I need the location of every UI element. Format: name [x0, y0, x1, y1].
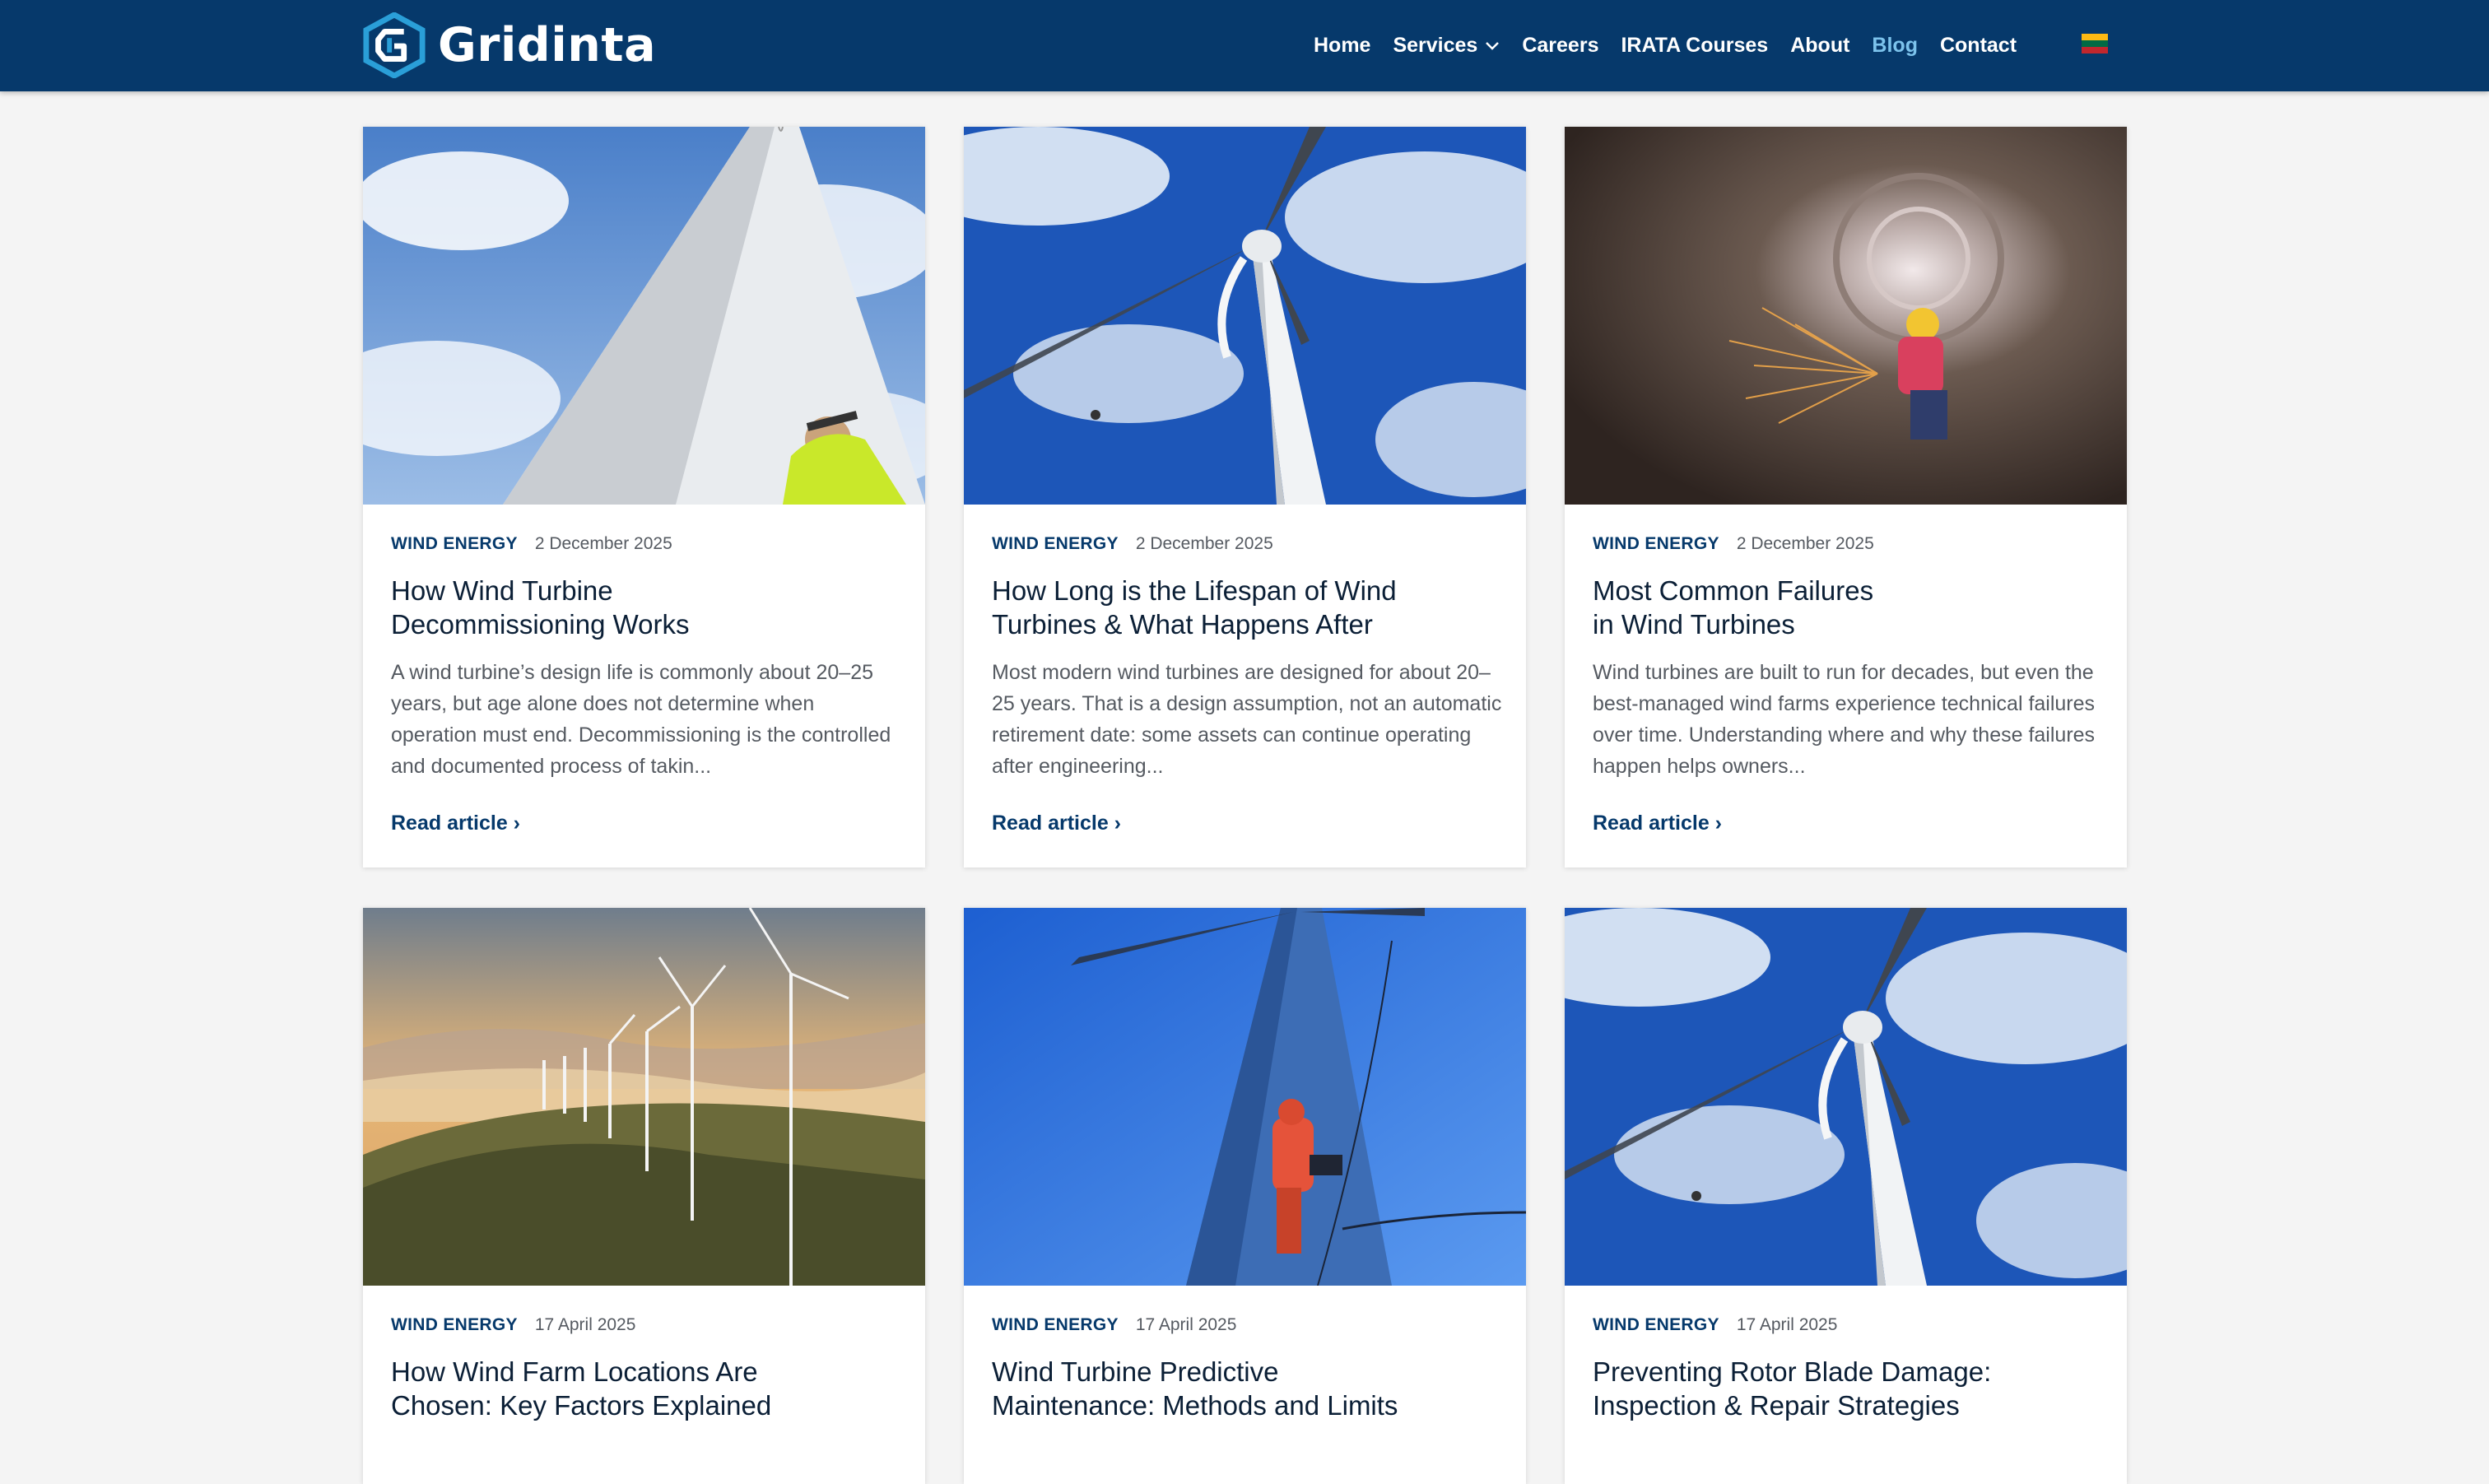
article-excerpt: A wind turbine’s design life is commonly…: [391, 661, 891, 778]
post-date: 17 April 2025: [534, 1315, 636, 1334]
chevron-down-icon: [1486, 41, 1500, 50]
nav-contact-label: Contact: [1939, 34, 2017, 57]
card-meta: WIND ENERGY 17 April 2025: [992, 1315, 1236, 1335]
title-line: How Wind Turbine: [391, 575, 613, 606]
category-label[interactable]: WIND ENERGY: [391, 534, 518, 554]
category-label[interactable]: WIND ENERGY: [1593, 534, 1719, 554]
nav-about-label: About: [1790, 34, 1850, 57]
lithuania-flag-icon[interactable]: [2082, 34, 2108, 53]
read-article-link[interactable]: Read article ›: [1593, 812, 1722, 835]
brand-logo[interactable]: Gridinta: [362, 12, 656, 79]
tower-interior-grinding-photo: [1565, 127, 2127, 505]
title-line: Maintenance: Methods and Limits: [992, 1390, 1398, 1421]
title-line: Inspection & Repair Strategies: [1593, 1390, 1960, 1421]
title-line: Most Common Failures: [1593, 575, 1874, 606]
category-label[interactable]: WIND ENERGY: [391, 1315, 518, 1335]
article-title[interactable]: Most Common Failures in Wind Turbines: [1593, 574, 2103, 641]
card-meta: WIND ENERGY 2 December 2025: [391, 534, 672, 554]
card-meta: WIND ENERGY 17 April 2025: [391, 1315, 635, 1335]
read-article-link[interactable]: Read article ›: [992, 812, 1121, 835]
main-nav: Home Services Careers IRATA Courses Abou…: [1314, 0, 2039, 91]
wind-farm-hills-photo: [363, 908, 925, 1286]
title-line: Decommissioning Works: [391, 609, 690, 640]
rope-access-climber-photo: [964, 908, 1526, 1286]
wind-turbine-tower-worker-photo: [363, 127, 925, 505]
title-line: in Wind Turbines: [1593, 609, 1795, 640]
site-header: Gridinta Home Services Careers IRATA Cou…: [0, 0, 2489, 91]
article-excerpt: Wind turbines are built to run for decad…: [1593, 661, 2096, 778]
nav-blog-label: Blog: [1872, 34, 1918, 57]
nav-careers[interactable]: Careers: [1522, 34, 1598, 58]
wind-turbine-sky-photo-2: [1565, 908, 2127, 1286]
article-title[interactable]: How Long is the Lifespan of Wind Turbine…: [992, 574, 1502, 641]
title-line: Chosen: Key Factors Explained: [391, 1390, 772, 1421]
card-meta: WIND ENERGY 17 April 2025: [1593, 1315, 1837, 1335]
nav-irata-courses-label: IRATA Courses: [1621, 34, 1769, 57]
title-line: Turbines & What Happens After: [992, 609, 1373, 640]
nav-home[interactable]: Home: [1314, 34, 1370, 58]
nav-contact[interactable]: Contact: [1940, 34, 2017, 58]
article-card[interactable]: WIND ENERGY 17 April 2025 How Wind Farm …: [363, 908, 925, 1484]
nav-irata-courses[interactable]: IRATA Courses: [1621, 34, 1768, 58]
wind-turbine-sky-photo: [964, 127, 1526, 505]
read-article-link[interactable]: Read article ›: [391, 812, 520, 835]
article-card[interactable]: WIND ENERGY 17 April 2025 Wind Turbine P…: [964, 908, 1526, 1484]
nav-blog[interactable]: Blog: [1872, 34, 1918, 58]
title-line: How Wind Farm Locations Are: [391, 1356, 758, 1387]
article-excerpt: Most modern wind turbines are designed f…: [992, 661, 1502, 778]
category-label[interactable]: WIND ENERGY: [992, 1315, 1119, 1335]
title-line: How Long is the Lifespan of Wind: [992, 575, 1397, 606]
title-line: Preventing Rotor Blade Damage:: [1593, 1356, 1992, 1387]
card-meta: WIND ENERGY 2 December 2025: [992, 534, 1273, 554]
category-label[interactable]: WIND ENERGY: [1593, 1315, 1719, 1335]
post-date: 17 April 2025: [1736, 1315, 1838, 1334]
article-title[interactable]: How Wind Turbine Decommissioning Works: [391, 574, 901, 641]
article-card[interactable]: WIND ENERGY 2 December 2025 How Wind Tur…: [363, 127, 925, 868]
nav-services-label: Services: [1393, 34, 1478, 57]
article-card[interactable]: WIND ENERGY 2 December 2025 Most Common …: [1565, 127, 2127, 868]
post-date: 17 April 2025: [1135, 1315, 1237, 1334]
nav-about[interactable]: About: [1790, 34, 1849, 58]
brand-name: Gridinta: [438, 18, 657, 72]
nav-home-label: Home: [1314, 34, 1371, 57]
title-line: Wind Turbine Predictive: [992, 1356, 1279, 1387]
post-date: 2 December 2025: [534, 534, 672, 553]
post-date: 2 December 2025: [1135, 534, 1273, 553]
article-card[interactable]: WIND ENERGY 2 December 2025 How Long is …: [964, 127, 1526, 868]
gridinta-logo-icon: [363, 12, 426, 78]
card-meta: WIND ENERGY 2 December 2025: [1593, 534, 1874, 554]
post-date: 2 December 2025: [1736, 534, 1874, 553]
nav-careers-label: Careers: [1522, 34, 1599, 57]
category-label[interactable]: WIND ENERGY: [992, 534, 1119, 554]
article-card[interactable]: WIND ENERGY 17 April 2025 Preventing Rot…: [1565, 908, 2127, 1484]
nav-services[interactable]: Services: [1393, 34, 1500, 58]
